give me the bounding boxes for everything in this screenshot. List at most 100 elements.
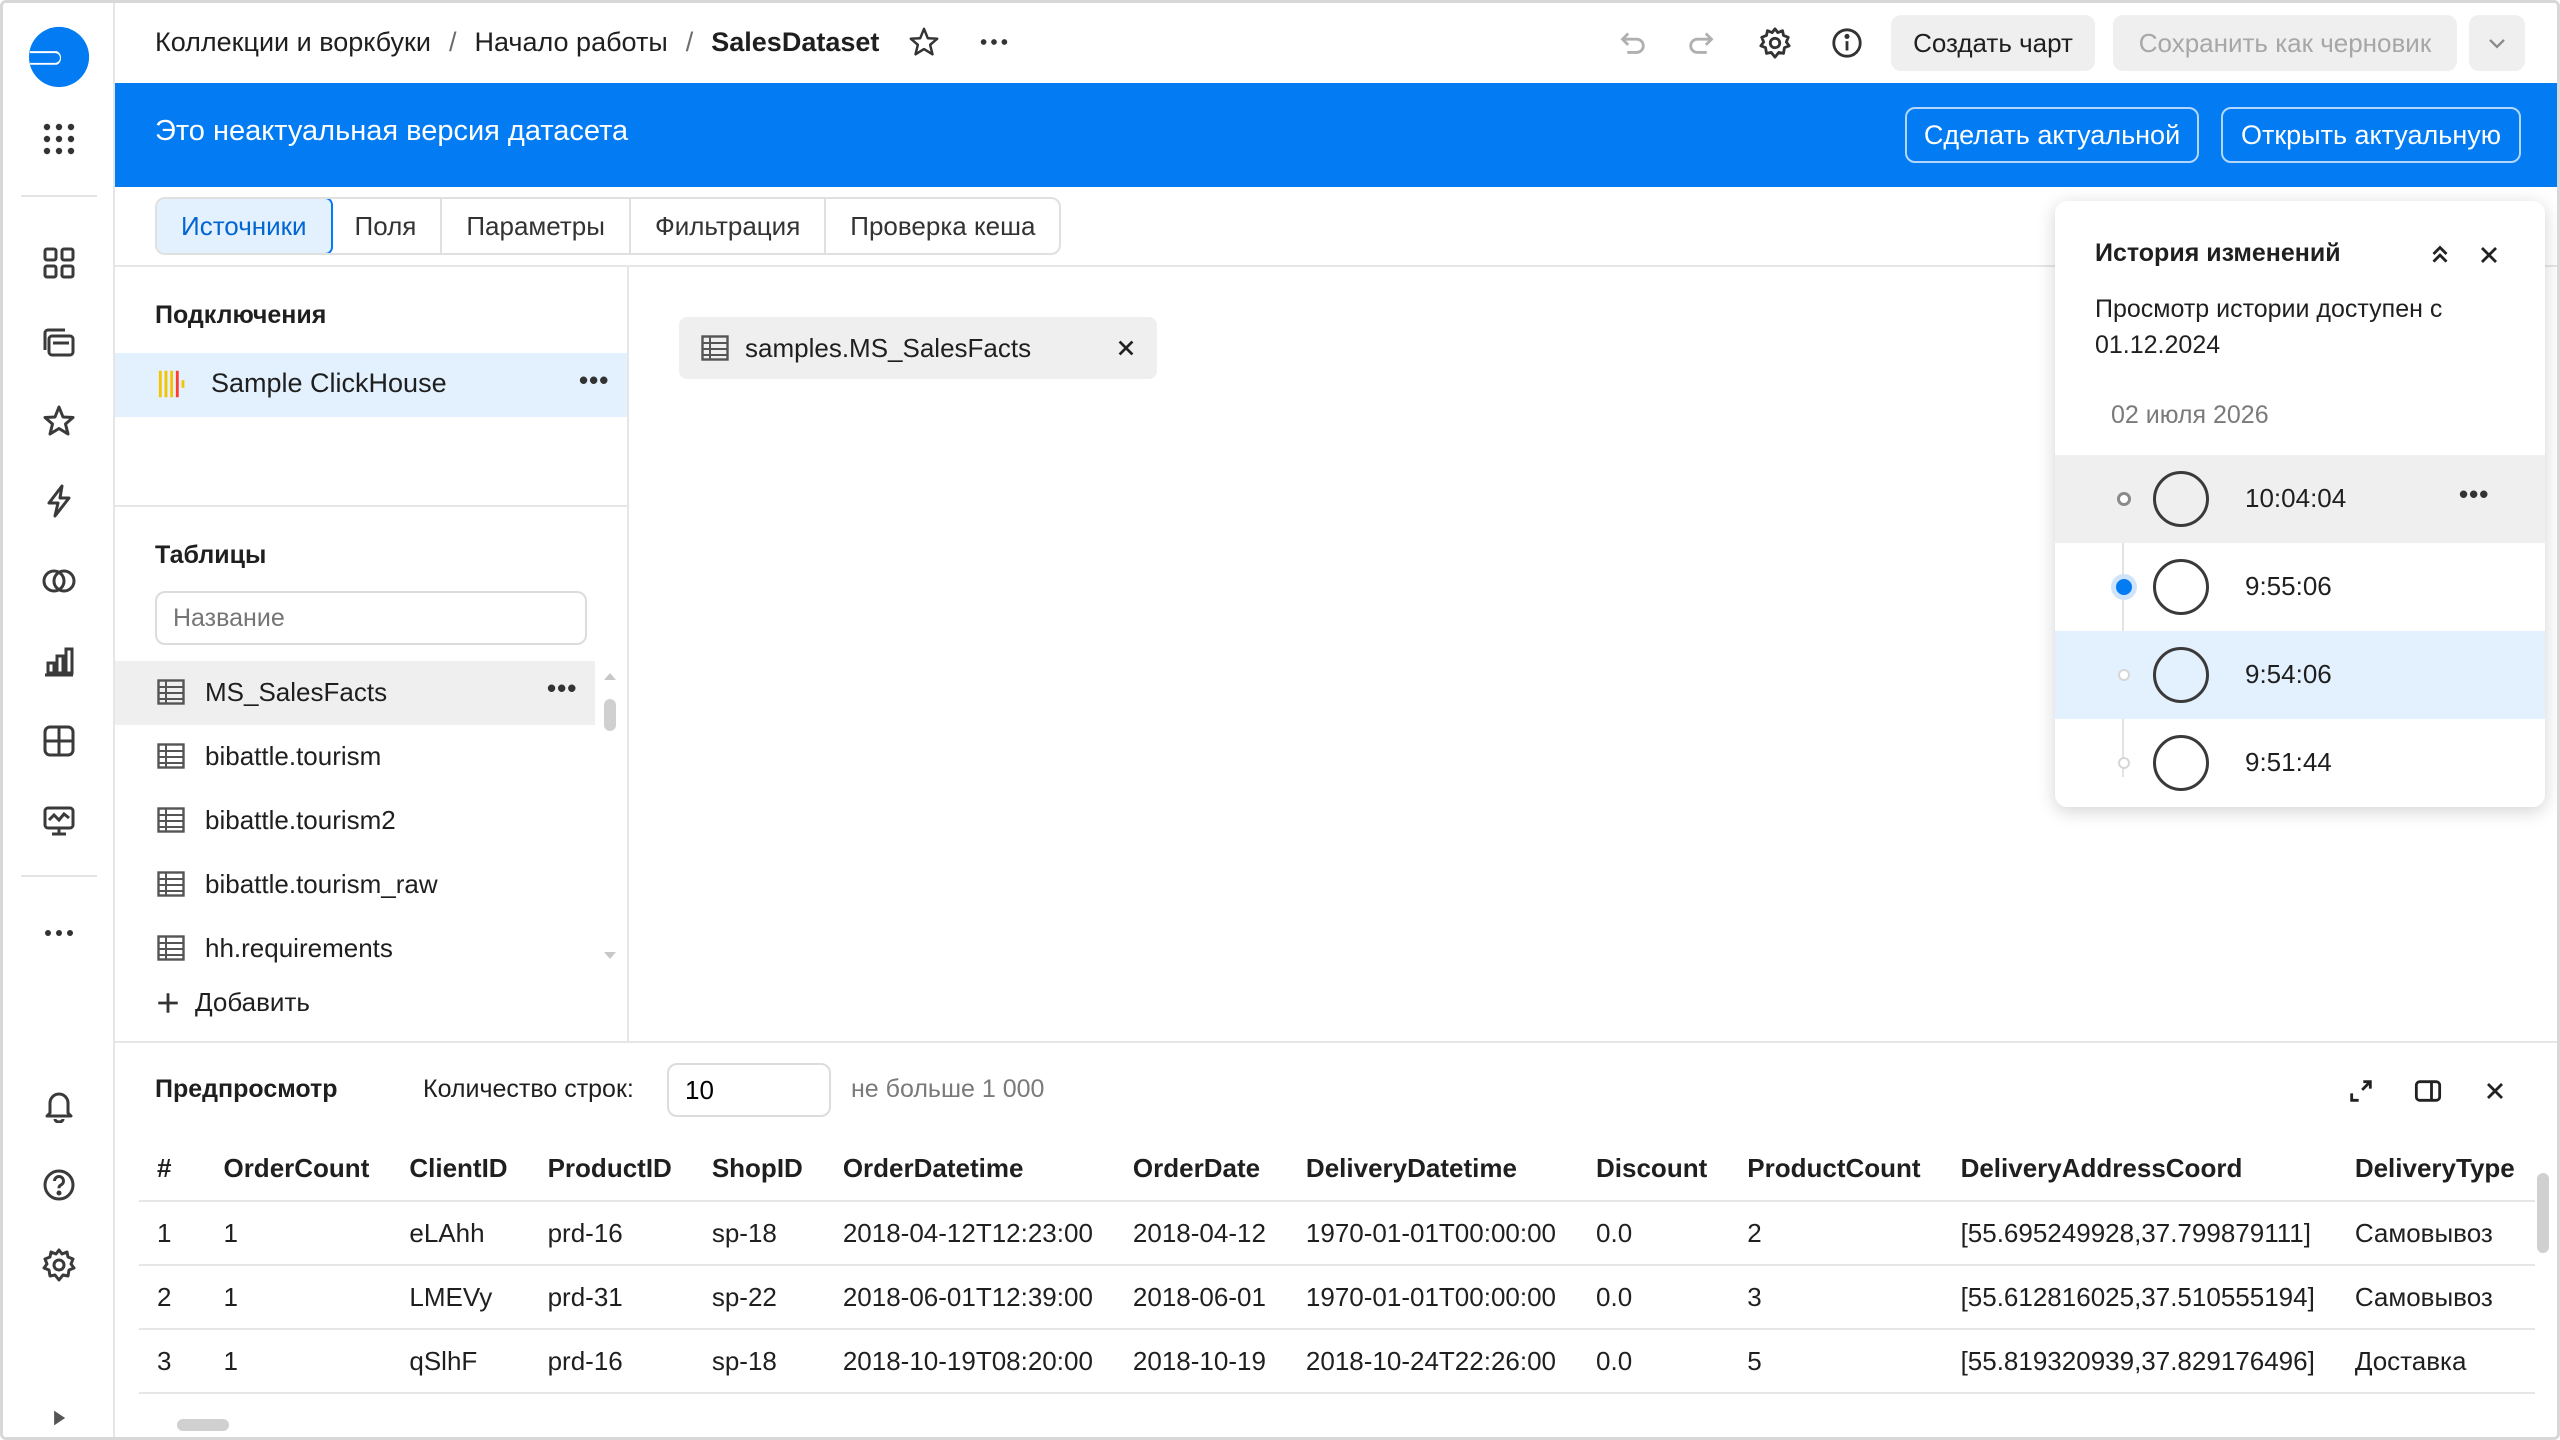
datasets-rings-icon[interactable]: [39, 561, 79, 601]
table-header-row: # OrderCount ClientID ProductID ShopID O…: [139, 1137, 2535, 1202]
expand-rail-icon[interactable]: [39, 1403, 79, 1433]
tables-title: Таблицы: [155, 541, 267, 569]
tab-filtering[interactable]: Фильтрация: [631, 199, 827, 253]
column-header[interactable]: ShopID: [691, 1137, 823, 1202]
table-row: 3 1 qSlhF prd-16 sp-18 2018-10-19T08:20:…: [139, 1329, 2535, 1394]
outdated-version-banner: Это неактуальная версия датасета Сделать…: [115, 83, 2557, 187]
bell-notifications-icon[interactable]: [39, 1085, 79, 1125]
save-draft-button[interactable]: Сохранить как черновик: [2113, 15, 2457, 71]
column-header[interactable]: DeliveryDatetime: [1285, 1137, 1577, 1202]
table-cell: 3: [1727, 1265, 1941, 1330]
scroll-up-icon[interactable]: [603, 671, 617, 681]
datalens-logo-icon[interactable]: [25, 23, 93, 91]
folders-icon[interactable]: [39, 323, 79, 363]
table-list-item[interactable]: bibattle.tourism: [115, 725, 595, 789]
column-header[interactable]: OrderDate: [1112, 1137, 1286, 1202]
breadcrumb: Коллекции и воркбуки / Начало работы / S…: [155, 25, 1011, 59]
history-entry[interactable]: 9:54:06: [2055, 631, 2545, 719]
fullscreen-icon[interactable]: [2347, 1077, 2375, 1105]
collapse-up-icon[interactable]: [2427, 241, 2453, 267]
table-more-icon[interactable]: •••: [547, 673, 577, 704]
table-list-item[interactable]: bibattle.tourism_raw: [115, 853, 595, 917]
redo-icon[interactable]: [1681, 21, 1725, 65]
add-table-button[interactable]: Добавить: [155, 987, 310, 1018]
table-cell: Доставка: [2334, 1329, 2535, 1394]
dashboards-icon[interactable]: [39, 721, 79, 761]
tab-sources[interactable]: Источники: [157, 199, 333, 253]
table-cell: Самовывоз: [2334, 1201, 2535, 1266]
apps-grid-icon[interactable]: [39, 119, 79, 159]
table-cell: sp-18: [691, 1329, 823, 1394]
column-header[interactable]: DeliveryType: [2334, 1137, 2535, 1202]
tab-fields[interactable]: Поля: [331, 199, 443, 253]
timeline-dot-active: [2116, 579, 2132, 595]
open-actual-button[interactable]: Открыть актуальную: [2221, 107, 2521, 163]
tables-search-input[interactable]: [155, 591, 587, 645]
settings-gear-icon[interactable]: [39, 1245, 79, 1285]
preview-vscroll-thumb[interactable]: [2537, 1173, 2549, 1253]
column-header[interactable]: ProductID: [527, 1137, 692, 1202]
connection-label: Sample ClickHouse: [211, 368, 447, 398]
history-entry[interactable]: 9:55:06: [2055, 543, 2545, 631]
table-cell: prd-16: [527, 1201, 692, 1266]
tables-scroll-thumb[interactable]: [604, 699, 616, 731]
table-cell: 1: [203, 1265, 390, 1330]
table-label: hh.requirements: [205, 933, 393, 963]
make-actual-button[interactable]: Сделать актуальной: [1905, 107, 2199, 163]
table-list-item[interactable]: MS_SalesFacts •••: [115, 661, 595, 725]
connection-item[interactable]: Sample ClickHouse •••: [115, 353, 627, 417]
history-time: 9:55:06: [2245, 571, 2332, 601]
column-header[interactable]: Discount: [1576, 1137, 1728, 1202]
rows-count-input[interactable]: [667, 1063, 831, 1117]
history-entry[interactable]: 9:51:44: [2055, 719, 2545, 807]
table-cell: 0.0: [1576, 1265, 1728, 1330]
column-header[interactable]: OrderCount: [203, 1137, 390, 1202]
split-panel-icon[interactable]: [2413, 1077, 2443, 1105]
charts-icon[interactable]: [39, 641, 79, 681]
preview-hscrollbar[interactable]: [139, 1413, 2529, 1433]
undo-icon[interactable]: [1609, 21, 1653, 65]
help-question-icon[interactable]: [39, 1165, 79, 1205]
history-time: 9:51:44: [2245, 747, 2332, 777]
more-actions-icon[interactable]: [977, 25, 1011, 59]
table-cell: 2018-10-19T08:20:00: [822, 1329, 1113, 1394]
tab-cache-check[interactable]: Проверка кеша: [826, 199, 1059, 253]
column-header[interactable]: DeliveryAddressCoord: [1940, 1137, 2335, 1202]
reports-monitor-icon[interactable]: [39, 801, 79, 841]
entry-more-icon[interactable]: •••: [2459, 479, 2489, 510]
tab-parameters[interactable]: Параметры: [442, 199, 631, 253]
breadcrumb-collections[interactable]: Коллекции и воркбуки: [155, 27, 431, 58]
table-list-item[interactable]: hh.requirements: [115, 917, 595, 981]
top-bar: Коллекции и воркбуки / Начало работы / S…: [115, 3, 2557, 83]
settings-gear-icon[interactable]: [1753, 21, 1797, 65]
save-options-dropdown[interactable]: [2469, 15, 2525, 71]
connections-bolt-icon[interactable]: [39, 481, 79, 521]
preview-hscroll-thumb[interactable]: [177, 1419, 229, 1431]
column-header[interactable]: #: [139, 1137, 204, 1202]
scroll-down-icon[interactable]: [603, 951, 617, 961]
breadcrumb-getting-started[interactable]: Начало работы: [474, 27, 667, 58]
column-header[interactable]: ProductCount: [1727, 1137, 1941, 1202]
close-icon[interactable]: [2477, 243, 2501, 267]
create-chart-button[interactable]: Создать чарт: [1891, 15, 2095, 71]
star-favorite-icon[interactable]: [907, 25, 941, 59]
column-header[interactable]: OrderDatetime: [822, 1137, 1113, 1202]
table-cell: Самовывоз: [2334, 1265, 2535, 1330]
table-cell: qSlhF: [389, 1329, 528, 1394]
source-chip[interactable]: samples.MS_SalesFacts: [679, 317, 1157, 379]
star-favorites-icon[interactable]: [39, 401, 79, 441]
collections-icon[interactable]: [39, 243, 79, 283]
table-cell: 1: [139, 1201, 204, 1266]
column-header[interactable]: ClientID: [389, 1137, 528, 1202]
more-horizontal-icon[interactable]: [39, 913, 79, 953]
source-chip-label: samples.MS_SalesFacts: [745, 333, 1032, 363]
table-icon: [157, 935, 185, 961]
info-icon[interactable]: [1825, 21, 1869, 65]
connection-more-icon[interactable]: •••: [579, 365, 609, 396]
close-preview-icon[interactable]: [2483, 1079, 2507, 1103]
close-icon[interactable]: [1115, 337, 1137, 359]
table-icon: [157, 679, 185, 705]
history-entry[interactable]: 10:04:04 •••: [2055, 455, 2545, 543]
table-list-item[interactable]: bibattle.tourism2: [115, 789, 595, 853]
table-cell: sp-18: [691, 1201, 823, 1266]
